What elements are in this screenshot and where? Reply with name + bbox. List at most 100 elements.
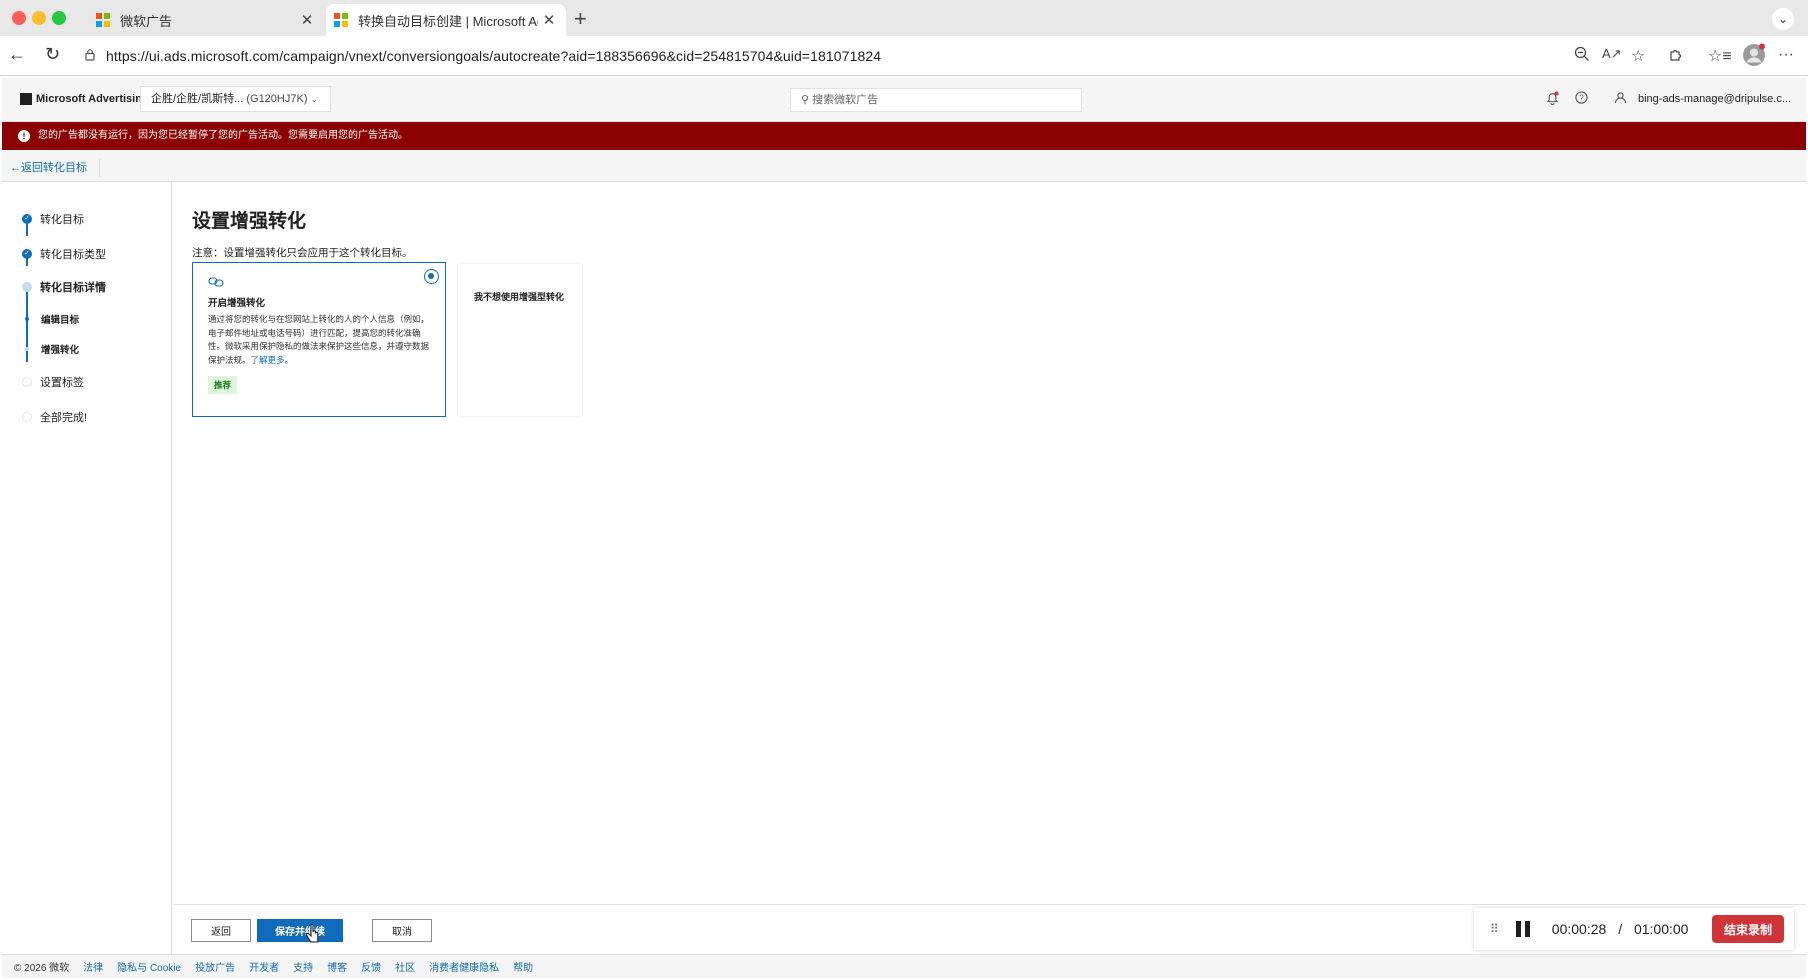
tab-title: 转换自动目标创建 | Microsoft Advertising: [358, 13, 538, 29]
screen-recorder-widget: ⠿ 00:00:28 / 01:00:00 结束录制: [1474, 908, 1794, 950]
tab-conversion-goal[interactable]: 转换自动目标创建 | Microsoft Advertising ✕: [326, 4, 566, 36]
profile-avatar[interactable]: [1742, 43, 1766, 72]
step-label: 转化目标详情: [40, 282, 106, 294]
footer-link-legal[interactable]: 法律: [83, 959, 103, 974]
favorites-list-icon[interactable]: ☆≡: [1708, 46, 1732, 66]
favorite-star-icon[interactable]: ☆: [1631, 46, 1645, 66]
footer-link-advertise[interactable]: 投放广告: [195, 959, 235, 974]
maximize-window-button[interactable]: [52, 11, 66, 25]
option-disable-enhanced-conversion[interactable]: 我不想使用增强型转化: [458, 264, 582, 416]
back-arrow-icon[interactable]: ←: [8, 44, 26, 65]
page-footer: © 2026 微软 法律 隐私与 Cookie 投放广告 开发者 支持 博客 反…: [2, 954, 1806, 978]
step-label: 转化目标: [40, 214, 84, 226]
url-field[interactable]: https://ui.ads.microsoft.com/campaign/vn…: [74, 41, 1594, 71]
app-header: Microsoft Advertising 企胜/企胜/凯斯特... (G120…: [2, 78, 1806, 122]
search-icon: ⚲: [801, 94, 810, 106]
step-complete-icon: [22, 214, 32, 224]
more-options-icon[interactable]: ···: [1778, 46, 1794, 64]
substep-edit-goal[interactable]: 编辑目标: [22, 312, 79, 326]
help-icon[interactable]: ?: [1575, 91, 1588, 107]
tab-list-chevron-icon[interactable]: ⌄: [1772, 8, 1794, 30]
read-aloud-icon[interactable]: A↗: [1602, 46, 1622, 62]
step-label: 增强转化: [41, 345, 80, 356]
step-conversion-goal-details[interactable]: 转化目标详情: [22, 279, 106, 295]
step-conversion-goal-type[interactable]: 转化目标类型: [22, 246, 106, 262]
recording-time: 00:00:28 / 01:00:00: [1551, 921, 1689, 937]
mouse-pointer-icon: [306, 923, 320, 949]
close-icon[interactable]: ✕: [538, 11, 560, 29]
cancel-button[interactable]: 取消: [372, 919, 432, 942]
extensions-icon[interactable]: [1668, 46, 1684, 67]
browser-address-bar: ← ↻ https://ui.ads.microsoft.com/campaig…: [0, 36, 1808, 76]
close-icon[interactable]: ✕: [296, 11, 318, 29]
drag-handle-icon[interactable]: ⠿: [1490, 922, 1499, 936]
reload-icon[interactable]: ↻: [45, 44, 60, 65]
step-label: 全部完成!: [40, 412, 88, 424]
link-icon: [208, 277, 224, 290]
learn-more-link[interactable]: 了解更多: [251, 355, 285, 365]
stop-recording-button[interactable]: 结束录制: [1711, 915, 1784, 943]
scope-note: 注意：设置增强转化只会应用于这个转化目标。: [192, 247, 413, 259]
option-title: 我不想使用增强型转化: [474, 292, 565, 302]
account-picker[interactable]: 企胜/企胜/凯斯特... (G120HJ7K) ⌄: [140, 86, 332, 112]
step-set-tag[interactable]: 设置标签: [22, 374, 84, 390]
svg-text:?: ?: [1579, 93, 1584, 102]
page-title: 设置增强转化: [192, 211, 307, 232]
url-text: https://ui.ads.microsoft.com/campaign/vn…: [106, 48, 882, 64]
user-email[interactable]: bing-ads-manage@dripulse.c...: [1638, 93, 1791, 105]
site-info-icon[interactable]: [84, 48, 96, 64]
option-enable-enhanced-conversion[interactable]: 开启增强转化 通过将您的转化与在您网站上转化的人的个人信息（例如，电子邮件地址或…: [192, 262, 446, 417]
wizard-stepper: 转化目标 转化目标类型 转化目标详情 编辑目标 增强转化 设置标签 全部完成!: [2, 182, 172, 954]
option-description: 通过将您的转化与在您网站上转化的人的个人信息（例如，电子邮件地址或电话号码）进行…: [208, 314, 430, 365]
microsoft-logo-icon: [96, 13, 110, 27]
zoom-icon[interactable]: [1574, 46, 1590, 67]
account-name: 企胜/企胜/凯斯特...: [151, 93, 244, 105]
search-input[interactable]: ⚲ 搜索微软广告: [790, 88, 1082, 112]
footer-link-developers[interactable]: 开发者: [249, 959, 279, 974]
radio-selected[interactable]: [424, 269, 439, 284]
step-pending-icon: [22, 412, 32, 422]
step-complete-icon: [22, 249, 32, 259]
new-tab-button[interactable]: +: [574, 6, 587, 32]
brand-name: Microsoft Advertising: [36, 93, 149, 105]
chevron-down-icon: ⌄: [310, 94, 319, 104]
recommended-badge: 推荐: [208, 376, 238, 394]
footer-link-privacy-cookies[interactable]: 隐私与 Cookie: [117, 959, 181, 974]
footer-link-health-privacy[interactable]: 消费者健康隐私: [429, 959, 499, 974]
pause-icon[interactable]: [1515, 921, 1530, 937]
minimize-window-button[interactable]: [32, 11, 46, 25]
step-label: 设置标签: [40, 377, 84, 389]
step-label: 编辑目标: [41, 315, 80, 326]
substep-dot-icon: [25, 347, 29, 351]
substep-enhanced-conversion[interactable]: 增强转化: [22, 342, 79, 356]
step-current-icon: [22, 282, 32, 292]
option-title: 开启增强转化: [208, 298, 266, 309]
breadcrumb: ←返回转化目标: [2, 150, 1806, 182]
footer-link-blog[interactable]: 博客: [327, 959, 347, 974]
back-arrow-icon: ←: [10, 162, 21, 174]
browser-tab-bar: 微软广告 ✕ 转换自动目标创建 | Microsoft Advertising …: [0, 0, 1808, 36]
back-to-conversion-goals-link[interactable]: ←返回转化目标: [10, 159, 100, 177]
account-id: (G120HJ7K): [246, 93, 308, 105]
alert-icon: !: [18, 130, 30, 142]
tab-title: 微软广告: [120, 13, 173, 29]
tab-microsoft-ads[interactable]: 微软广告 ✕: [88, 4, 324, 36]
microsoft-logo-icon: [334, 13, 348, 27]
footer-link-help[interactable]: 帮助: [513, 959, 533, 974]
footer-link-support[interactable]: 支持: [293, 959, 313, 974]
save-continue-button[interactable]: 保存并继续: [257, 919, 343, 942]
footer-link-feedback[interactable]: 反馈: [361, 959, 381, 974]
search-placeholder: 搜索微软广告: [812, 94, 879, 106]
paused-campaigns-alert: ! 您的广告都没有运行，因为您已经暂停了您的广告活动。您需要启用您的广告活动。: [2, 122, 1806, 150]
user-icon[interactable]: [1614, 91, 1627, 107]
back-button[interactable]: 返回: [191, 919, 251, 942]
step-conversion-goal[interactable]: 转化目标: [22, 211, 84, 227]
step-all-done[interactable]: 全部完成!: [22, 409, 87, 425]
step-label: 转化目标类型: [40, 249, 106, 261]
substep-dot-icon: [25, 317, 29, 321]
close-window-button[interactable]: [12, 11, 26, 25]
brand[interactable]: Microsoft Advertising: [20, 93, 149, 105]
footer-link-community[interactable]: 社区: [395, 959, 415, 974]
notification-bell-icon[interactable]: [1546, 91, 1559, 108]
step-pending-icon: [22, 377, 32, 387]
